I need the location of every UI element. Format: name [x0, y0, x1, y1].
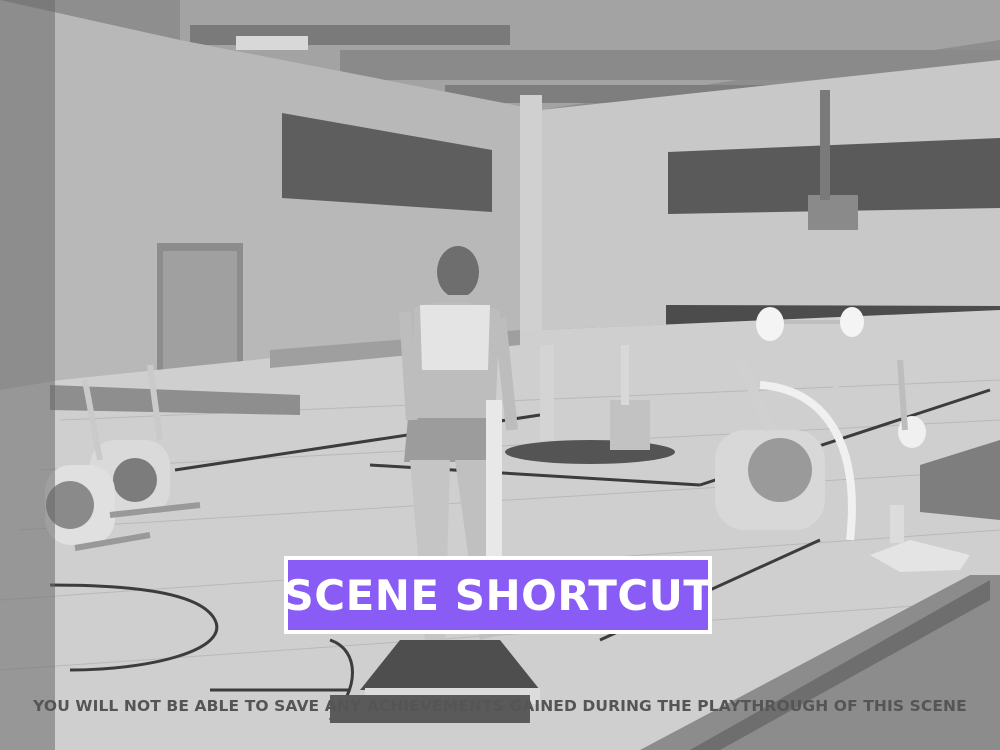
gym-background [0, 0, 1000, 750]
scene-shortcut-label: SCENE SHORTCUT [283, 570, 713, 620]
game-scene: SCENE SHORTCUT YOU WILL NOT BE ABLE TO S… [0, 0, 1000, 750]
scene-shortcut-button[interactable]: SCENE SHORTCUT [284, 556, 712, 634]
achievements-warning: YOU WILL NOT BE ABLE TO SAVE ANY ACHIEVE… [33, 697, 967, 715]
